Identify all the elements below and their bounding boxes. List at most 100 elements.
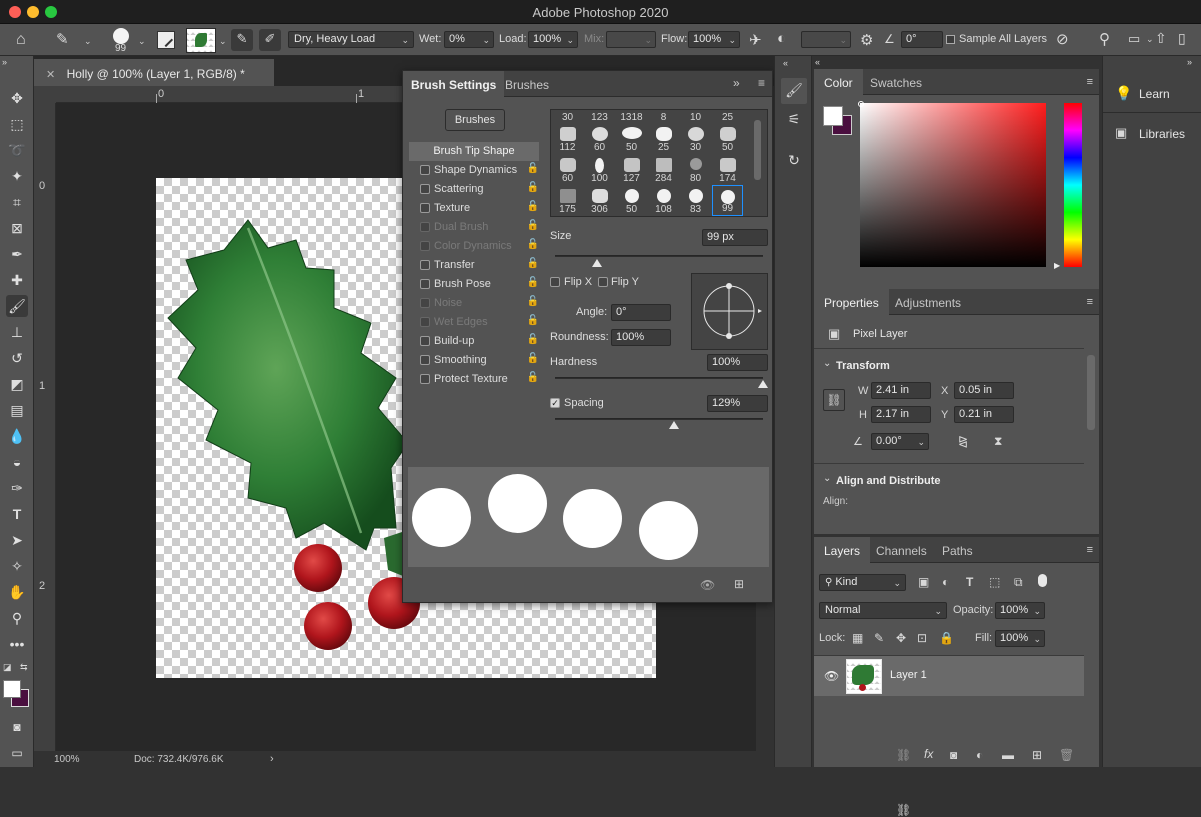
sample-all-layers-checkbox[interactable] — [946, 35, 955, 44]
option-brush-pose[interactable]: Brush Pose 🔓 — [409, 275, 539, 294]
load-brush-icon[interactable]: ✎ — [231, 29, 253, 51]
filter-shape-icon[interactable]: ⬚ — [989, 575, 1000, 589]
brush-tip[interactable]: 108 — [648, 185, 679, 216]
vertical-ruler[interactable]: 0 1 2 — [34, 103, 56, 751]
flip-x-checkbox[interactable] — [550, 277, 560, 287]
home-icon[interactable]: ⌂ — [16, 31, 26, 49]
expand-dock-icon[interactable]: « — [783, 58, 788, 68]
transform-header[interactable]: Transform — [836, 360, 890, 372]
panel-menu-icon[interactable]: ≡ — [758, 76, 765, 90]
transform-chevron-icon[interactable]: ⌄ — [823, 358, 831, 369]
lock-icon[interactable]: 🔓 — [527, 182, 539, 193]
document-info[interactable]: Doc: 732.4K/976.6K — [134, 754, 224, 765]
option-protect-texture[interactable]: Protect Texture 🔓 — [409, 370, 539, 389]
type-tool-icon[interactable]: T — [6, 503, 28, 525]
size-slider[interactable] — [555, 255, 763, 257]
brush-tip[interactable]: 25 — [712, 110, 743, 124]
lock-transparent-icon[interactable]: ▦ — [852, 631, 863, 645]
search-icon[interactable]: ⚲ — [1099, 30, 1110, 48]
new-group-icon[interactable]: ▬ — [1002, 748, 1014, 762]
layer-visibility-eye-icon[interactable]: 👁 — [824, 669, 839, 683]
lock-image-icon[interactable]: ✎ — [874, 631, 884, 645]
default-colors-icon[interactable]: ◪ — [3, 662, 12, 673]
brush-tip[interactable]: 60 — [552, 154, 583, 185]
option-checkbox[interactable] — [420, 165, 430, 175]
brush-tip[interactable]: 60 — [584, 123, 615, 154]
brush-tip[interactable]: 25 — [648, 123, 679, 154]
option-build-up[interactable]: Build-up 🔓 — [409, 332, 539, 351]
lock-icon[interactable]: 🔓 — [527, 258, 539, 269]
brush-angle-field[interactable]: 0° — [901, 31, 943, 48]
frame-tool-icon[interactable]: ⊠ — [6, 217, 28, 239]
option-shape-dynamics[interactable]: Shape Dynamics 🔓 — [409, 161, 539, 180]
current-load-swatch[interactable] — [186, 28, 216, 53]
airbrush-icon[interactable]: ✈ — [749, 31, 762, 49]
close-document-icon[interactable]: ✕ — [46, 69, 55, 81]
flow-field[interactable]: 100% ⌄ — [688, 31, 740, 48]
brush-tip[interactable]: 50 — [616, 123, 647, 154]
blur-tool-icon[interactable]: 💧 — [6, 425, 28, 447]
brush-settings-dock-icon[interactable]: 🖌 — [781, 78, 807, 104]
brush-picker-chevron-icon[interactable]: ⌄ — [138, 36, 146, 47]
flip-horizontal-icon[interactable]: ⧎ — [958, 434, 968, 448]
brush-tip-grid[interactable]: 30 123 1318 8 10 25 112 60 50 25 30 50 6… — [550, 109, 768, 217]
pressure-size-icon[interactable]: ⊘ — [1056, 30, 1069, 48]
blend-preset-dropdown[interactable]: Dry, Heavy Load ⌄ — [288, 31, 414, 48]
brushes-dock-icon[interactable]: ⚟ — [781, 107, 807, 133]
option-checkbox[interactable] — [420, 355, 430, 365]
lock-icon[interactable]: 🔓 — [527, 163, 539, 174]
brush-tip[interactable]: 30 — [552, 110, 583, 124]
tab-layers[interactable]: Layers — [814, 537, 871, 563]
workspace-chevron-icon[interactable]: ⌄ — [1146, 34, 1154, 45]
filter-adjustment-icon[interactable]: ◐ — [942, 575, 949, 589]
mix-field[interactable]: ⌄ — [606, 31, 656, 48]
option-checkbox[interactable] — [420, 279, 430, 289]
wet-field[interactable]: 0% ⌄ — [444, 31, 494, 48]
swap-colors-icon[interactable]: ⇆ — [20, 662, 28, 673]
tab-color[interactable]: Color — [814, 69, 863, 95]
fx-icon[interactable]: fx — [924, 747, 933, 761]
collapse-panel-icon[interactable]: » — [733, 76, 740, 90]
collapse-learn-icon[interactable]: » — [1187, 57, 1192, 67]
brush-tip[interactable]: 174 — [712, 154, 743, 185]
link-dimensions-icon[interactable]: ⛓ — [823, 389, 845, 411]
brush-tip[interactable]: 10 — [680, 110, 711, 124]
link-layers-icon[interactable]: ⛓ — [896, 748, 911, 762]
quick-mask-icon[interactable]: ◙ — [6, 716, 28, 738]
lock-icon[interactable]: 🔓 — [527, 334, 539, 345]
brush-settings-toggle-icon[interactable] — [157, 31, 175, 49]
brush-tip-selected[interactable]: 99 — [712, 185, 743, 216]
foreground-color-chip[interactable] — [823, 106, 843, 126]
x-field[interactable]: 0.05 in — [954, 382, 1014, 399]
workspace-icon[interactable]: ▭ — [1128, 31, 1140, 47]
hand-tool-icon[interactable]: ✋ — [6, 581, 28, 603]
clean-brush-icon[interactable]: ✐ — [259, 29, 281, 51]
delete-layer-icon[interactable]: 🗑 — [1059, 748, 1074, 762]
document-tab[interactable]: ✕ Holly @ 100% (Layer 1, RGB/8) * — [34, 59, 274, 86]
filter-type-icon[interactable]: T — [966, 575, 973, 589]
option-transfer[interactable]: Transfer 🔓 — [409, 256, 539, 275]
healing-brush-tool-icon[interactable]: ✚ — [6, 269, 28, 291]
fill-field[interactable]: 100% ⌄ — [995, 630, 1045, 647]
lasso-tool-icon[interactable]: ➰ — [6, 139, 28, 161]
panel-toggle-icon[interactable]: ▯ — [1178, 30, 1186, 47]
opacity-field[interactable]: 100% ⌄ — [995, 602, 1045, 619]
width-field[interactable]: 2.41 in — [871, 382, 931, 399]
flip-y-checkbox[interactable] — [598, 277, 608, 287]
path-selection-tool-icon[interactable]: ➤ — [6, 529, 28, 551]
lock-icon[interactable]: 🔓 — [527, 277, 539, 288]
lock-icon[interactable]: 🔓 — [527, 201, 539, 212]
brush-tip[interactable]: 83 — [680, 185, 711, 216]
brush-tip[interactable]: 50 — [616, 185, 647, 216]
rotation-field[interactable]: 0.00° ⌄ — [871, 433, 929, 450]
brush-tip[interactable]: 123 — [584, 110, 615, 124]
option-scattering[interactable]: Scattering 🔓 — [409, 180, 539, 199]
brush-tip[interactable]: 112 — [552, 123, 583, 154]
brushes-button[interactable]: Brushes — [445, 109, 505, 131]
hue-slider[interactable] — [1064, 103, 1082, 267]
status-chevron-icon[interactable]: › — [270, 753, 274, 765]
load-swatch-chevron-icon[interactable]: ⌄ — [219, 36, 227, 47]
link-layers-icon[interactable]: ⛓ — [896, 803, 911, 817]
spacing-slider-knob[interactable] — [668, 421, 679, 429]
option-checkbox[interactable] — [420, 203, 430, 213]
